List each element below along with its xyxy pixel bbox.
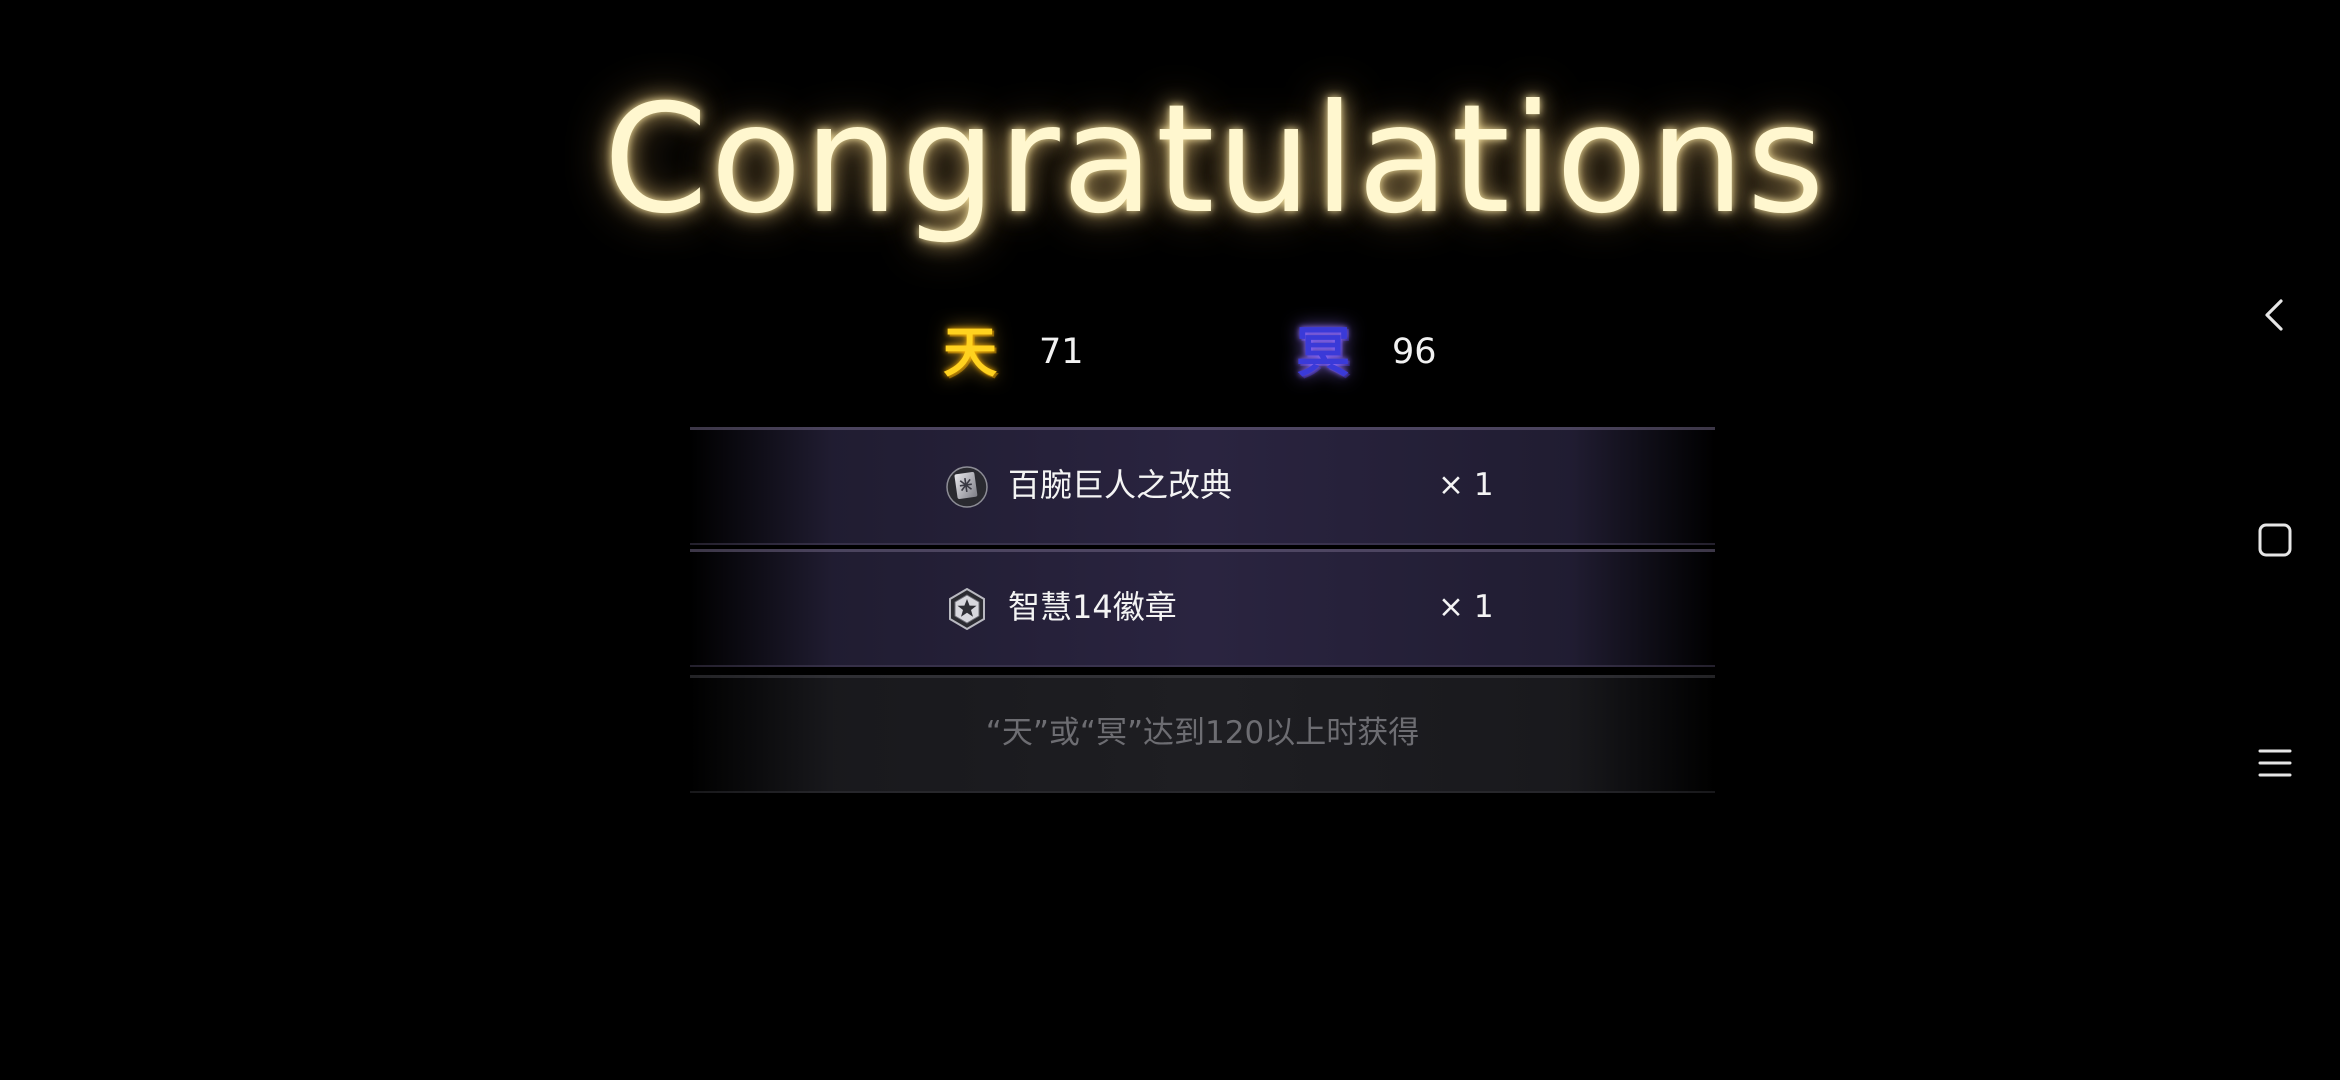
system-menu-button[interactable] [2245,733,2305,793]
ming-glyph-icon: 冥 [1296,320,1350,384]
hint-row: “天”或“冥”达到120以上时获得 [690,675,1715,793]
reward-row-2: 智慧14徽章 × 1 [690,549,1715,667]
reward-item-quantity: × 1 [1438,589,1494,625]
ming-score: 冥 96 [1288,312,1437,392]
ming-score-value: 96 [1392,332,1437,372]
menu-icon [2258,749,2292,777]
congratulations-title: Congratulations [603,73,1827,247]
reward-item-name: 百腕巨人之改典 [1008,466,1233,504]
system-back-button[interactable] [2245,285,2305,345]
tian-score-value: 71 [1039,332,1084,372]
hint-text: “天”或“冥”达到120以上时获得 [985,715,1420,751]
rune-tablet-icon [946,466,988,508]
reward-item-name: 智慧14徽章 [1008,588,1177,626]
tian-glyph-icon: 天 [943,320,997,384]
home-icon [2258,523,2292,557]
tian-score: 天 71 [935,312,1084,392]
star-badge-icon [949,588,985,630]
system-home-button[interactable] [2245,510,2305,570]
back-icon [2265,299,2283,331]
reward-row-1: 百腕巨人之改典 × 1 [690,427,1715,545]
reward-item-quantity: × 1 [1438,467,1494,503]
